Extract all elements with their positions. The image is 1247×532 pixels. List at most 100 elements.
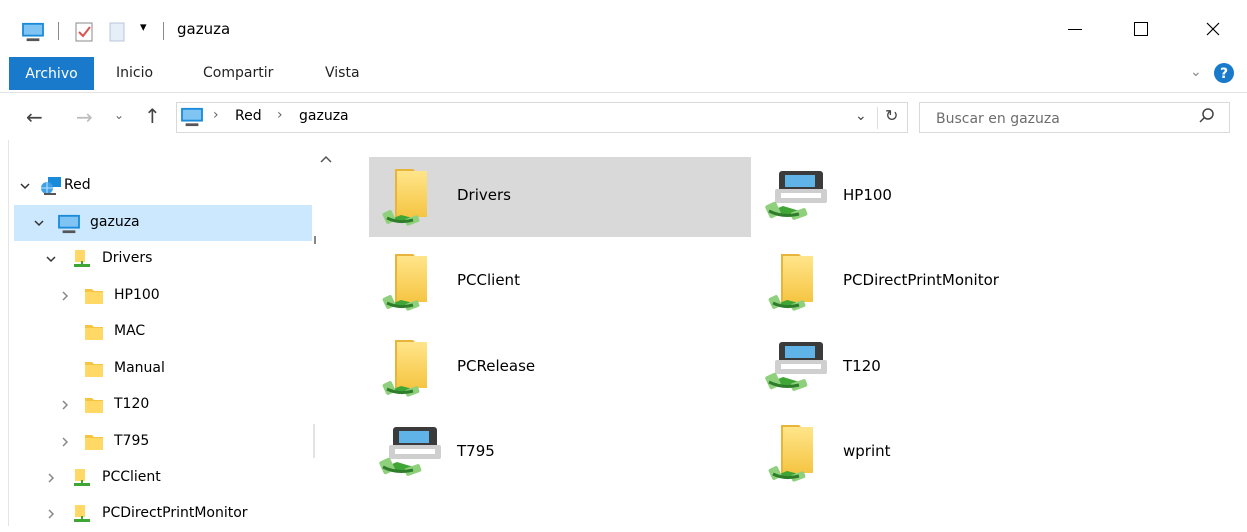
list-item-hp100[interactable]: HP100: [755, 157, 1137, 237]
chevron-right-icon[interactable]: [44, 471, 58, 485]
properties-icon[interactable]: [74, 22, 94, 46]
chevron-down-icon[interactable]: [32, 216, 46, 230]
folder-icon: [84, 432, 104, 456]
chevron-right-icon[interactable]: [58, 435, 72, 449]
tree-item-manual[interactable]: Manual: [14, 351, 312, 387]
shared-folder-icon: [379, 334, 443, 404]
navigation-bar: ← → ⌄ ↑ › Red › gazuza ⌄ ↻: [0, 95, 1247, 139]
customize-quick-access-icon[interactable]: ▾: [140, 20, 147, 35]
list-item-drivers[interactable]: Drivers: [369, 157, 751, 237]
chevron-right-icon[interactable]: [44, 507, 58, 521]
breadcrumb-gazuza[interactable]: gazuza: [299, 108, 349, 124]
tree-item-drivers[interactable]: Drivers: [14, 241, 312, 277]
svg-text:?: ?: [1220, 66, 1228, 82]
tab-archivo[interactable]: Archivo: [9, 57, 94, 90]
shared-printer-icon: [765, 334, 829, 404]
item-label: PCClient: [457, 271, 520, 289]
item-label: PCDirectPrintMonitor: [843, 271, 999, 289]
breadcrumb-separator-icon[interactable]: ›: [277, 107, 283, 123]
back-arrow-icon[interactable]: ←: [26, 105, 43, 129]
title-separator: [163, 22, 164, 40]
scroll-up-icon[interactable]: [320, 152, 332, 168]
item-label: wprint: [843, 442, 891, 460]
item-label: T795: [457, 442, 495, 460]
tree-item-pcclient[interactable]: PCClient: [14, 460, 312, 496]
tree-item-label: gazuza: [90, 214, 140, 230]
explorer-window: ▾ gazuza Archivo Inicio Compartir Vista …: [0, 0, 1247, 526]
tree-item-label: PCClient: [102, 469, 161, 485]
item-label: PCRelease: [457, 357, 536, 375]
tree-item-hp100[interactable]: HP100: [14, 278, 312, 314]
search-box: [919, 102, 1230, 133]
tree-item-t795[interactable]: T795: [14, 424, 312, 460]
folder-icon: [84, 322, 104, 346]
computer-icon: [56, 214, 82, 238]
title-bar: ▾ gazuza: [0, 0, 1247, 56]
tree-item-t120[interactable]: T120: [14, 387, 312, 423]
tree-item-label: T795: [114, 433, 150, 449]
close-icon: [1206, 22, 1220, 36]
recent-locations-chevron-icon[interactable]: ⌄: [114, 108, 124, 122]
navigation-pane[interactable]: Red gazuza Drivers HP100 MAC Manual T120…: [0, 140, 343, 526]
help-icon[interactable]: ?: [1213, 62, 1235, 88]
chevron-right-icon[interactable]: [58, 289, 72, 303]
maximize-icon: [1134, 22, 1148, 36]
refresh-icon[interactable]: ↻: [885, 106, 898, 125]
chevron-down-icon[interactable]: [44, 252, 58, 266]
shared-folder-icon: [72, 468, 92, 492]
file-list: Drivers HP100 PCClient PCDirectPrintMoni…: [343, 140, 1247, 526]
folder-icon: [84, 359, 104, 383]
folder-icon: [84, 286, 104, 310]
scrollbar-thumb[interactable]: [313, 424, 315, 458]
window-title: gazuza: [177, 20, 231, 38]
chevron-down-icon[interactable]: [18, 179, 32, 193]
navigation-pane-scrollbar[interactable]: [313, 140, 343, 526]
search-icon[interactable]: [1198, 107, 1216, 129]
tab-inicio[interactable]: Inicio: [116, 65, 153, 81]
maximize-button[interactable]: [1118, 10, 1164, 48]
breadcrumb-red[interactable]: Red: [235, 108, 262, 124]
list-item-t120[interactable]: T120: [755, 328, 1137, 408]
close-button[interactable]: [1190, 10, 1236, 48]
item-label: T120: [843, 357, 881, 375]
tree-item-label: HP100: [114, 287, 160, 303]
list-item-t795[interactable]: T795: [369, 413, 751, 493]
item-label: HP100: [843, 186, 892, 204]
minimize-button[interactable]: [1052, 10, 1098, 48]
folder-icon: [84, 395, 104, 419]
tree-item-mac[interactable]: MAC: [14, 314, 312, 350]
shared-folder-icon: [72, 504, 92, 528]
new-folder-icon[interactable]: [108, 22, 126, 46]
shared-folder-icon: [379, 163, 443, 233]
computer-icon: [179, 107, 205, 131]
pane-splitter[interactable]: [314, 236, 316, 244]
tab-vista[interactable]: Vista: [325, 65, 360, 81]
shared-folder-icon: [765, 248, 829, 318]
address-dropdown-icon[interactable]: ⌄: [855, 108, 867, 124]
search-input[interactable]: [934, 108, 1188, 130]
list-item-wprint[interactable]: wprint: [755, 413, 1137, 493]
shared-printer-icon: [765, 163, 829, 233]
tree-item-red[interactable]: Red: [14, 168, 312, 204]
tree-item-pcdirectprintmonitor[interactable]: PCDirectPrintMonitor: [14, 496, 312, 532]
address-bar[interactable]: › Red › gazuza ⌄ ↻: [176, 102, 908, 133]
breadcrumb-separator-icon[interactable]: ›: [213, 107, 219, 123]
shared-folder-icon: [379, 248, 443, 318]
tab-compartir[interactable]: Compartir: [203, 65, 273, 81]
tree-item-label: Red: [64, 177, 91, 193]
tree-item-gazuza[interactable]: gazuza: [14, 205, 312, 241]
forward-arrow-icon[interactable]: →: [76, 105, 93, 129]
computer-icon[interactable]: [20, 22, 46, 46]
item-label: Drivers: [457, 186, 511, 204]
list-item-pcclient[interactable]: PCClient: [369, 242, 751, 322]
up-arrow-icon[interactable]: ↑: [144, 104, 161, 128]
tree-item-label: MAC: [114, 323, 146, 339]
address-separator: [877, 107, 878, 129]
expand-ribbon-icon[interactable]: ⌄: [1190, 64, 1202, 80]
shared-folder-icon: [72, 249, 92, 273]
quick-access-separator: [58, 22, 59, 40]
shared-folder-icon: [765, 419, 829, 489]
chevron-right-icon[interactable]: [58, 398, 72, 412]
list-item-pcdirectprintmonitor[interactable]: PCDirectPrintMonitor: [755, 242, 1137, 322]
list-item-pcrelease[interactable]: PCRelease: [369, 328, 751, 408]
